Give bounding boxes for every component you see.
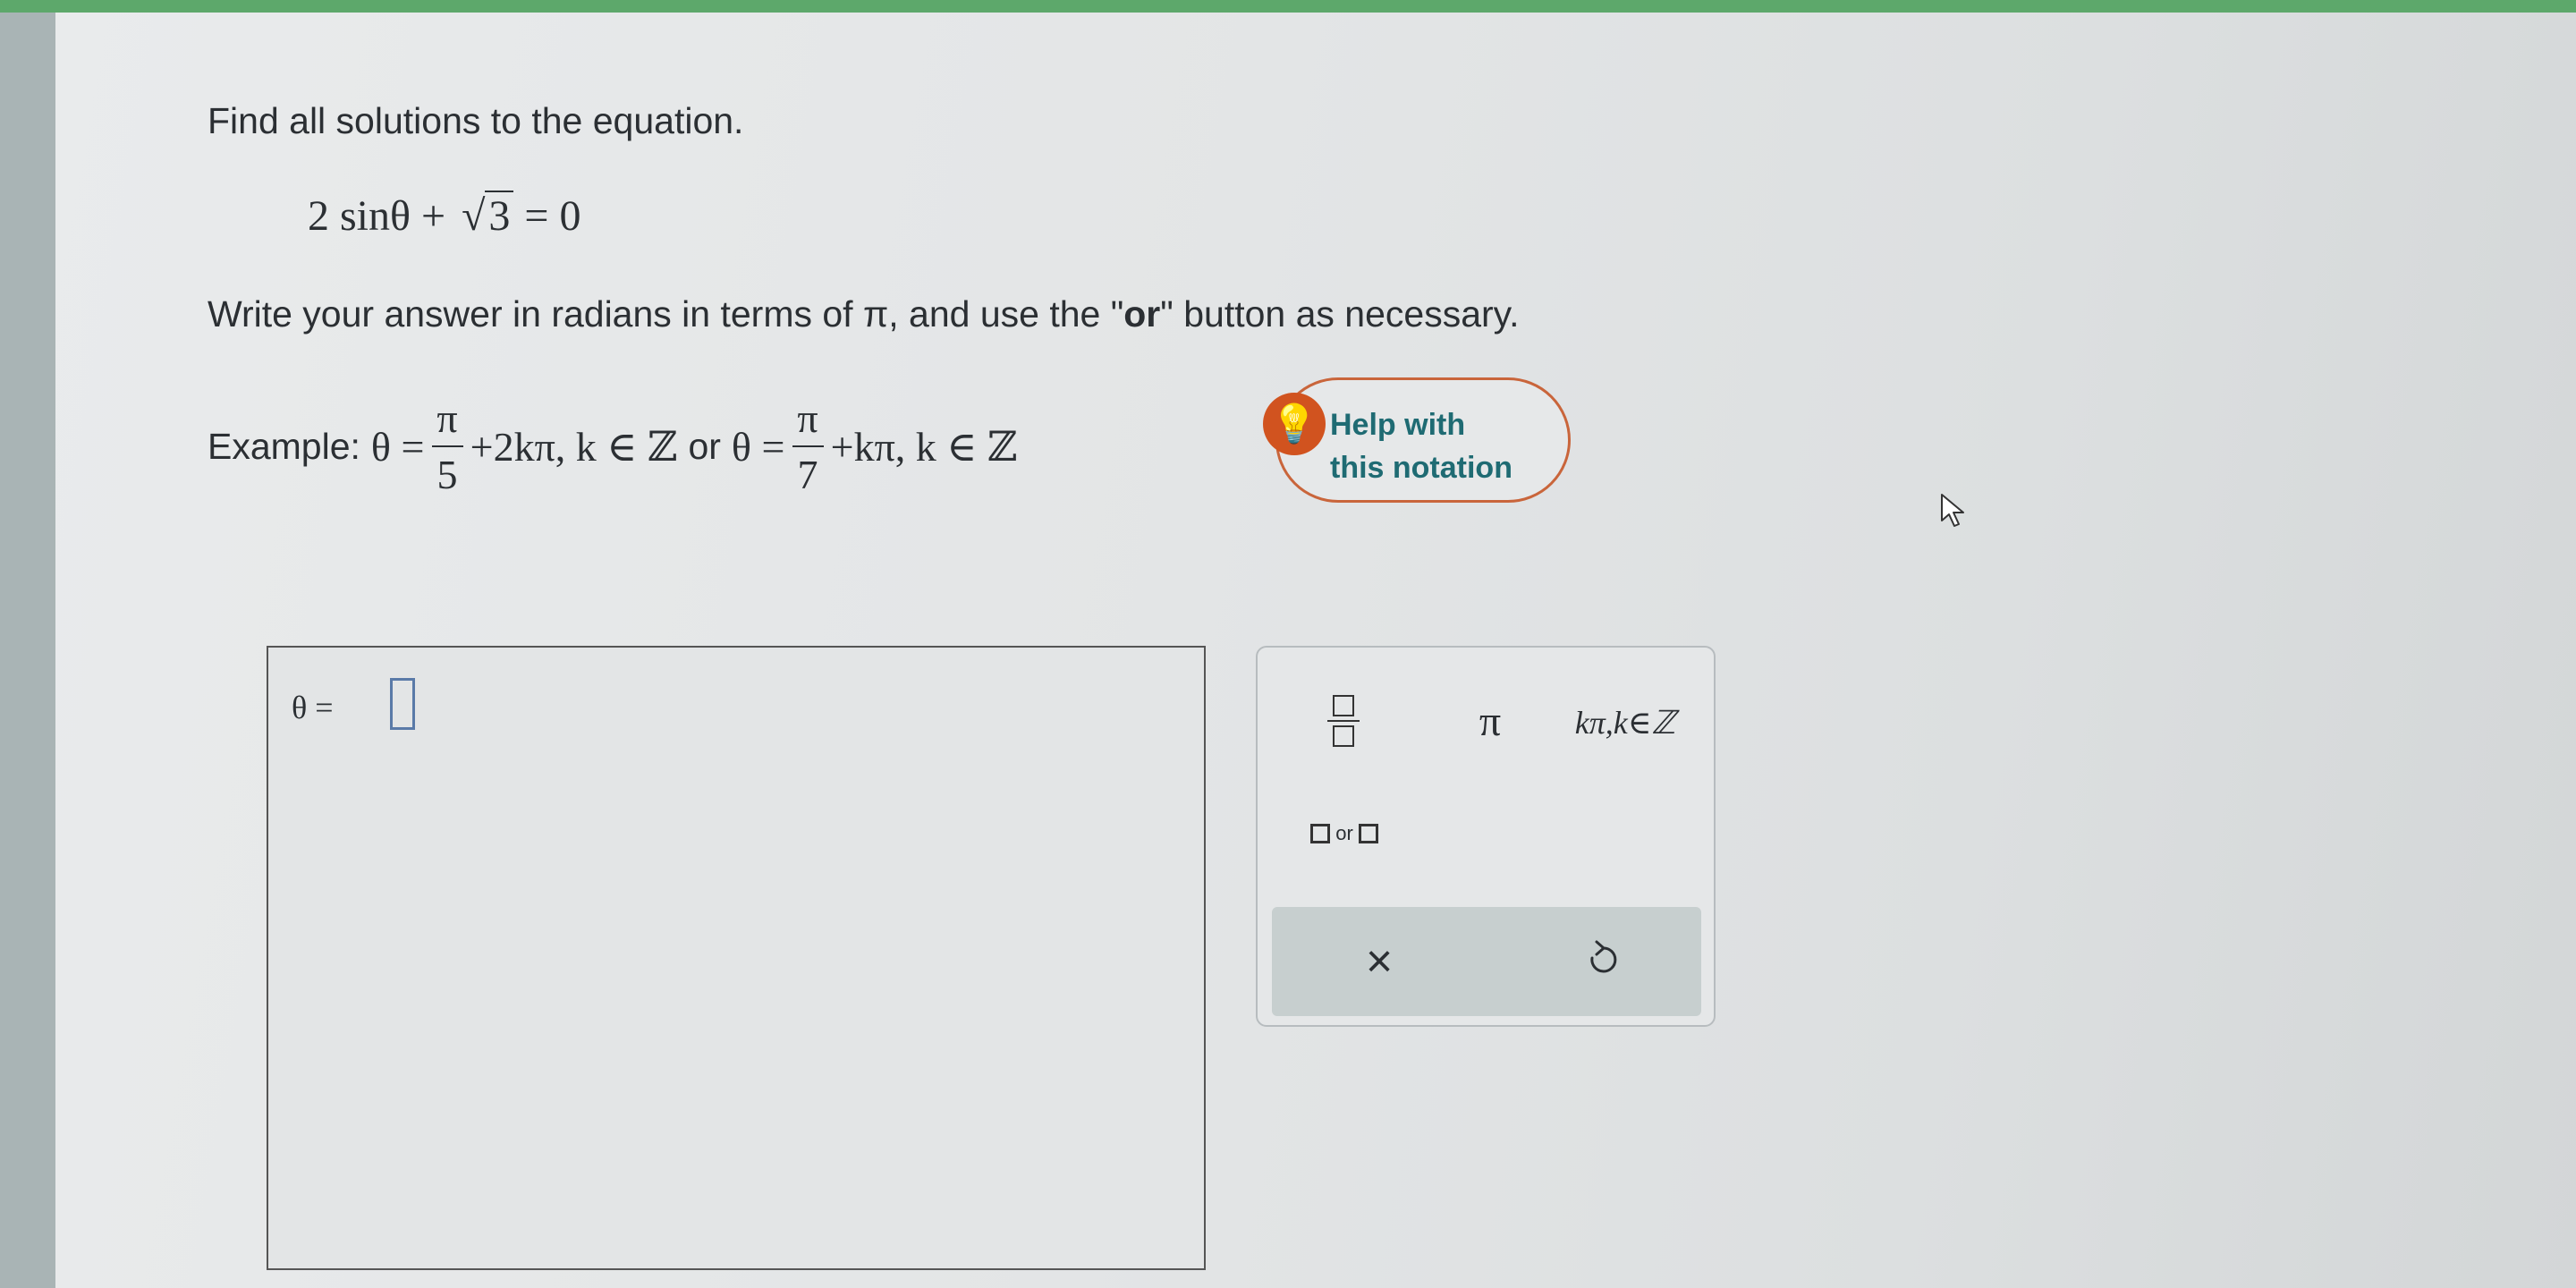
or-button-label: or [1335,822,1353,844]
example-lhs-2: θ = [731,423,785,470]
equation-left: 2 sinθ + [308,192,446,240]
fraction-numerator: π [436,395,458,441]
fraction-denominator: 7 [792,445,824,498]
undo-icon [1590,940,1617,972]
pi-button[interactable]: π [1454,689,1526,753]
example-connector: or [688,425,721,467]
instruction-or: or [1123,293,1161,335]
help-button-label: Help with this notation [1330,403,1513,489]
example-answer: Example: θ = π 5 +2kπ, k ∈ ℤ or θ = π 7 … [208,394,1018,498]
equation: 2 sinθ + √3 = 0 [308,191,581,241]
example-lhs-1: θ = [370,423,425,470]
or-template-icon [1310,824,1331,843]
mouse-pointer-icon [1941,494,1964,527]
clear-button[interactable]: × [1343,930,1415,993]
k-pi-integer-button[interactable]: kπ,k∈ℤ [1558,696,1692,750]
instruction-text: Write your answer in radians in terms of… [208,293,1520,335]
keypad-action-bar: × [1272,907,1701,1016]
example-term-1: +2kπ, k ∈ ℤ [470,424,678,470]
answer-input[interactable] [390,678,415,730]
square-root: √3 [456,191,514,241]
math-keypad: π kπ,k∈ℤ or × [1256,646,1716,1027]
question-prompt: Find all solutions to the equation. [208,100,744,141]
instruction-before: Write your answer in radians in terms of… [208,293,1124,335]
undo-button[interactable] [1567,930,1639,993]
radicand: 3 [485,191,514,240]
answer-area[interactable]: θ = [267,646,1206,1270]
or-button[interactable]: or [1295,809,1394,859]
top-color-bar [0,0,2576,13]
fraction-denominator: 5 [431,445,463,498]
instruction-after: " button as necessary. [1160,293,1520,335]
example-fraction-1: π 5 [431,394,463,498]
fraction-icon [1333,695,1354,716]
fraction-button[interactable] [1315,680,1372,762]
radical-sign-icon: √ [462,192,486,240]
example-label: Example: [208,425,360,467]
help-label-line-2: this notation [1330,451,1513,485]
help-with-notation-button[interactable]: 💡 Help with this notation [1263,377,1571,503]
example-fraction-2: π 7 [792,394,824,498]
left-margin-strip [0,13,55,1288]
equation-right: = 0 [524,192,581,240]
lightbulb-icon: 💡 [1263,393,1326,455]
example-term-2: +kπ, k ∈ ℤ [830,424,1018,470]
answer-variable-label: θ = [292,690,334,725]
question-page: Find all solutions to the equation. 2 si… [55,13,2576,1288]
fraction-numerator: π [797,395,818,441]
help-label-line-1: Help with [1330,408,1466,442]
